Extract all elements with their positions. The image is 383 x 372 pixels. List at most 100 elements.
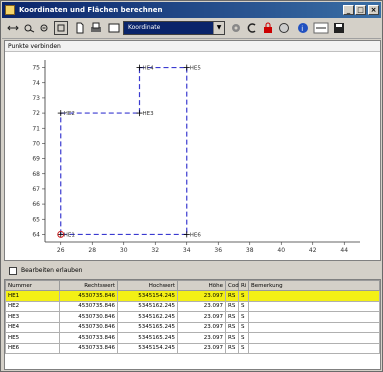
table-cell: HE2 bbox=[5, 300, 60, 312]
table-row[interactable]: HE1 4530735.846 5345154.245 23.097 RS S bbox=[5, 290, 380, 302]
zoom-in-icon[interactable] bbox=[22, 21, 36, 35]
x-tick-label: 30 bbox=[120, 247, 128, 254]
fit-icon[interactable] bbox=[54, 21, 68, 35]
column-header[interactable]: Ri bbox=[238, 280, 249, 291]
table-cell: HE6 bbox=[5, 342, 60, 354]
column-header[interactable]: Höhe bbox=[177, 280, 226, 291]
table-cell: RS bbox=[225, 332, 239, 344]
column-header[interactable]: Nummer bbox=[5, 280, 60, 291]
y-tick-label: 74 bbox=[32, 80, 40, 87]
coordinate-select-value: Koordinate bbox=[128, 24, 161, 31]
column-header[interactable]: Hochwert bbox=[117, 280, 178, 291]
lock-icon[interactable] bbox=[261, 21, 275, 35]
column-header[interactable]: Cod bbox=[225, 280, 239, 291]
table-cell: HE3 bbox=[5, 311, 60, 323]
table-cell bbox=[248, 342, 380, 354]
table-cell: 23.097 bbox=[177, 342, 226, 354]
table-row[interactable]: HE3 4530730.846 5345162.245 23.097 RS S bbox=[5, 311, 380, 323]
points-table: Nummer Rechtswert Hochwert Höhe Cod Ri Bemerku… bbox=[4, 279, 381, 370]
edit-checkbox-label: Bearbeiten erlauben bbox=[21, 267, 83, 274]
column-header[interactable]: Bemerkung bbox=[248, 280, 380, 291]
table-cell bbox=[248, 300, 380, 312]
table-body: HE1 4530735.846 5345154.245 23.097 RS S HE2 453… bbox=[5, 290, 380, 354]
coordinate-select[interactable]: Koordinate ▼ bbox=[123, 21, 225, 35]
table-cell: 5345154.245 bbox=[117, 342, 178, 354]
print-icon[interactable] bbox=[89, 21, 103, 35]
table-cell: 23.097 bbox=[177, 332, 226, 344]
table-header: Nummer Rechtswert Hochwert Höhe Cod Ri Bemerku… bbox=[5, 280, 380, 291]
table-cell: S bbox=[238, 332, 249, 344]
x-tick-label: 42 bbox=[309, 247, 317, 254]
table-cell: HE4 bbox=[5, 321, 60, 333]
window-title: Koordinaten und Flächen berechnen bbox=[19, 6, 163, 14]
table-cell: 23.097 bbox=[177, 321, 226, 333]
table-cell: 5345165.245 bbox=[117, 321, 178, 333]
close-button[interactable]: × bbox=[368, 5, 379, 15]
y-tick-label: 68 bbox=[32, 171, 40, 178]
table-cell: S bbox=[238, 342, 249, 354]
table-cell: HE1 bbox=[5, 290, 60, 302]
table-cell bbox=[248, 290, 380, 302]
title-bar[interactable]: Koordinaten und Flächen berechnen _ □ × bbox=[2, 2, 381, 18]
x-tick-label: 34 bbox=[183, 247, 191, 254]
y-tick-label: 72 bbox=[32, 110, 40, 117]
table-cell: 4530735.846 bbox=[59, 300, 118, 312]
x-tick-label: 32 bbox=[151, 247, 159, 254]
settings-icon[interactable] bbox=[229, 21, 243, 35]
zoom-out-icon[interactable] bbox=[38, 21, 52, 35]
copy-icon[interactable] bbox=[245, 21, 259, 35]
point-label: HE3 bbox=[143, 111, 155, 117]
point-label: HE1 bbox=[64, 232, 75, 238]
table-cell: RS bbox=[225, 290, 239, 302]
toolbar: Koordinate ▼ i bbox=[2, 18, 381, 39]
table-cell: 5345162.245 bbox=[117, 300, 178, 312]
maximize-button[interactable]: □ bbox=[355, 5, 366, 15]
minimize-button[interactable]: _ bbox=[343, 5, 354, 15]
svg-text:i: i bbox=[301, 25, 303, 33]
save-icon[interactable] bbox=[277, 21, 291, 35]
table-cell: 4530733.846 bbox=[59, 332, 118, 344]
table-row[interactable]: HE5 4530733.846 5345165.245 23.097 RS S bbox=[5, 332, 380, 344]
table-row[interactable]: HE4 4530730.846 5345165.245 23.097 RS S bbox=[5, 321, 380, 333]
x-tick-label: 26 bbox=[57, 247, 65, 254]
move-icon[interactable] bbox=[6, 21, 20, 35]
table-cell: 23.097 bbox=[177, 300, 226, 312]
table-cell: 5345154.245 bbox=[117, 290, 178, 302]
table-cell: HE5 bbox=[5, 332, 60, 344]
x-tick-label: 40 bbox=[277, 247, 285, 254]
table-row[interactable]: HE6 4530733.846 5345154.245 23.097 RS S bbox=[5, 342, 380, 354]
info-icon[interactable]: i bbox=[296, 21, 310, 35]
table-row[interactable]: HE2 4530735.846 5345162.245 23.097 RS S bbox=[5, 300, 380, 312]
app-window: Koordinaten und Flächen berechnen _ □ × … bbox=[0, 0, 383, 372]
new-icon[interactable] bbox=[73, 21, 87, 35]
coordinate-plot[interactable]: 64 65 66 67 68 69 70 71 72 73 74 75 26 28 30 32 34 36 38 40… bbox=[5, 52, 380, 260]
table-cell: 23.097 bbox=[177, 290, 226, 302]
table-cell: 4530730.846 bbox=[59, 321, 118, 333]
table-cell bbox=[248, 332, 380, 344]
panel-title: Punkte verbinden bbox=[5, 41, 380, 52]
table-cell bbox=[248, 321, 380, 333]
table-cell: S bbox=[238, 321, 249, 333]
y-tick-label: 73 bbox=[32, 95, 40, 102]
column-header[interactable]: Rechtswert bbox=[59, 280, 118, 291]
disk-icon[interactable] bbox=[332, 21, 346, 35]
layer-icon[interactable] bbox=[107, 21, 121, 35]
y-tick-label: 69 bbox=[32, 156, 40, 163]
table-cell: 4530733.846 bbox=[59, 342, 118, 354]
y-tick-label: 75 bbox=[32, 65, 40, 72]
x-tick-label: 38 bbox=[246, 247, 254, 254]
options-row: Bearbeiten erlauben bbox=[4, 264, 381, 277]
calc-icon[interactable] bbox=[313, 21, 329, 35]
y-tick-label: 66 bbox=[32, 201, 40, 208]
table-cell: S bbox=[238, 290, 249, 302]
chevron-down-icon[interactable]: ▼ bbox=[213, 22, 224, 34]
y-tick-label: 67 bbox=[32, 186, 40, 193]
point-label: HE5 bbox=[190, 66, 202, 72]
table-cell: S bbox=[238, 311, 249, 323]
x-tick-label: 44 bbox=[340, 247, 348, 254]
table-cell: S bbox=[238, 300, 249, 312]
edit-checkbox[interactable] bbox=[9, 266, 17, 275]
table-cell: RS bbox=[225, 321, 239, 333]
table-cell: RS bbox=[225, 300, 239, 312]
table-cell bbox=[248, 311, 380, 323]
